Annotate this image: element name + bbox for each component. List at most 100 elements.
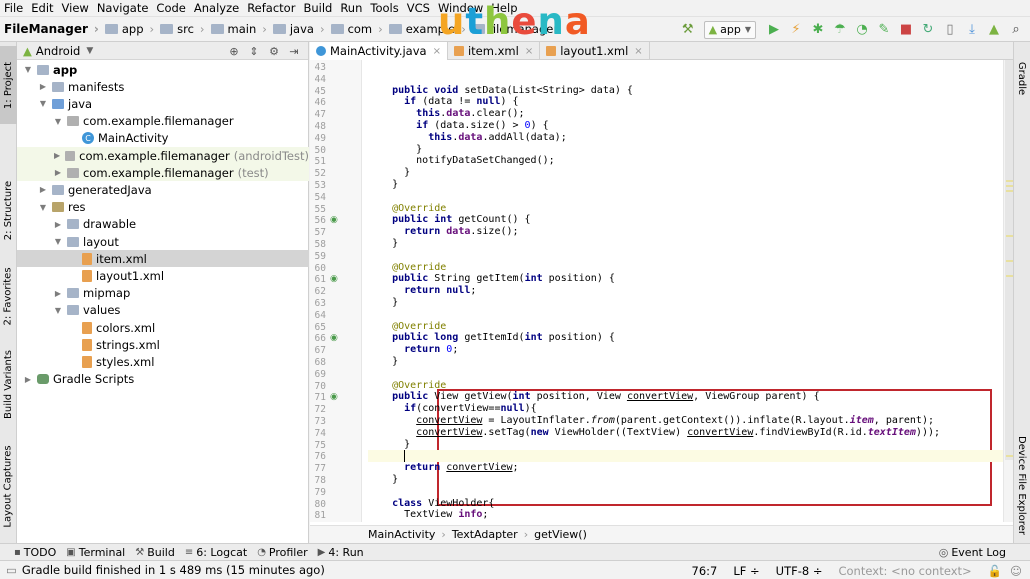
collapsed-arrow-icon[interactable]: ▶ <box>38 82 48 91</box>
editor-breadcrumb-item[interactable]: getView() <box>534 528 587 541</box>
android-icon-toolbar[interactable]: ▲ <box>984 20 1004 40</box>
tool-tab-build-variants[interactable]: Build Variants <box>0 344 17 424</box>
tool-tab-layout-captures[interactable]: Layout Captures <box>0 434 17 538</box>
close-icon[interactable]: × <box>433 46 441 57</box>
tree-item[interactable]: ▼ java <box>17 95 309 112</box>
tree-item[interactable]: item.xml <box>17 250 309 268</box>
file-encoding[interactable]: UTF-8 ÷ <box>776 564 823 578</box>
tree-item[interactable]: strings.xml <box>17 336 309 353</box>
menu-item-run[interactable]: Run <box>340 1 362 15</box>
breadcrumb-item[interactable]: src › <box>160 22 205 36</box>
menu-item-analyze[interactable]: Analyze <box>194 1 239 15</box>
hammer-icon[interactable]: ⚒ <box>678 20 698 40</box>
menu-item-build[interactable]: Build <box>303 1 332 15</box>
tree-item[interactable]: ▼ layout <box>17 233 309 250</box>
breadcrumb-item[interactable]: java › <box>272 22 325 36</box>
breadcrumb-item[interactable]: main › <box>210 22 267 36</box>
inspector-icon[interactable]: ☺ <box>1010 564 1022 578</box>
tool-tab-project[interactable]: 1: Project <box>0 46 17 124</box>
editor-breadcrumb-item[interactable]: TextAdapter <box>452 528 518 541</box>
breadcrumb-item[interactable]: app › <box>104 22 154 36</box>
bottom-tool-terminal[interactable]: ▣ Terminal <box>66 546 125 559</box>
menu-item-refactor[interactable]: Refactor <box>247 1 295 15</box>
menu-item-view[interactable]: View <box>62 1 89 15</box>
expanded-arrow-icon[interactable]: ▼ <box>53 237 63 246</box>
coverage-icon[interactable]: ☂ <box>830 20 850 40</box>
menu-item-navigate[interactable]: Navigate <box>97 1 149 15</box>
run-configuration-select[interactable]: ▲ app ▼ <box>703 20 756 39</box>
tree-item[interactable]: ▶ drawable <box>17 216 309 233</box>
run-icon[interactable]: ▶ <box>764 20 784 40</box>
apply-changes-icon[interactable]: ⚡ <box>786 20 806 40</box>
status-message[interactable]: Gradle build finished in 1 s 489 ms (15 … <box>22 563 325 577</box>
stop-icon[interactable]: ■ <box>896 20 916 40</box>
breadcrumb-item[interactable]: com › <box>330 22 383 36</box>
gear-icon[interactable]: ⚙ <box>266 44 282 58</box>
expanded-arrow-icon[interactable]: ▼ <box>23 65 33 74</box>
menu-item-vcs[interactable]: VCS <box>407 1 430 15</box>
tree-item[interactable]: ▼ app <box>17 61 309 78</box>
override-method-icon[interactable]: ◉ <box>330 274 338 284</box>
tree-item[interactable]: layout1.xml <box>17 267 309 284</box>
tree-item[interactable]: styles.xml <box>17 353 309 370</box>
tree-item[interactable]: ▶ com.example.filemanager (test) <box>17 164 309 182</box>
tree-item[interactable]: ▶ manifests <box>17 78 309 95</box>
collapsed-arrow-icon[interactable]: ▶ <box>53 151 61 160</box>
close-icon[interactable]: × <box>525 46 533 57</box>
sdk-manager-icon[interactable]: ⤓ <box>962 20 982 40</box>
tool-tab-structure[interactable]: 2: Structure <box>0 170 17 250</box>
expanded-arrow-icon[interactable]: ▼ <box>38 99 48 108</box>
menu-item-edit[interactable]: Edit <box>31 1 53 15</box>
tree-item[interactable]: ▼ res <box>17 199 309 216</box>
override-method-icon[interactable]: ◉ <box>330 215 338 225</box>
event-log-button[interactable]: ◎ Event Log <box>939 544 1006 561</box>
expanded-arrow-icon[interactable]: ▼ <box>38 203 48 212</box>
breadcrumb-item[interactable]: FileManager › <box>4 22 99 36</box>
tree-item[interactable]: ▶ mipmap <box>17 285 309 302</box>
menu-item-code[interactable]: Code <box>156 1 185 15</box>
lock-icon[interactable]: 🔓 <box>988 564 1002 578</box>
editor-tab[interactable]: layout1.xml × <box>540 42 650 60</box>
debug-icon[interactable]: ✱ <box>808 20 828 40</box>
caret-position[interactable]: 76:7 <box>692 564 718 578</box>
editor-breadcrumb-item[interactable]: MainActivity <box>368 528 435 541</box>
context-indicator[interactable]: Context: <no context> <box>838 564 971 578</box>
attach-debugger-icon[interactable]: ✎ <box>874 20 894 40</box>
bottom-tool-todo[interactable]: ▪ TODO <box>14 546 56 559</box>
tree-item[interactable]: ▶ Gradle Scripts <box>17 371 309 388</box>
bottom-tool-profiler[interactable]: ◔ Profiler <box>257 546 307 559</box>
bottom-tool-build[interactable]: ⚒ Build <box>135 546 175 559</box>
line-separator[interactable]: LF ÷ <box>733 564 759 578</box>
tree-item[interactable]: ▶ generatedJava <box>17 181 309 198</box>
tree-item[interactable]: C MainActivity <box>17 130 309 147</box>
avd-manager-icon[interactable]: ▯ <box>940 20 960 40</box>
override-method-icon[interactable]: ◉ <box>330 392 338 402</box>
collapsed-arrow-icon[interactable]: ▶ <box>53 220 63 229</box>
sync-gradle-icon[interactable]: ↻ <box>918 20 938 40</box>
tree-item[interactable]: ▼ com.example.filemanager <box>17 113 309 130</box>
project-view-select[interactable]: Android <box>36 44 80 58</box>
close-icon[interactable]: × <box>634 46 642 57</box>
hide-icon[interactable]: ⇥ <box>286 44 302 58</box>
override-method-icon[interactable]: ◉ <box>330 333 338 343</box>
menu-item-file[interactable]: File <box>4 1 23 15</box>
menu-item-tools[interactable]: Tools <box>370 1 398 15</box>
profile-icon[interactable]: ◔ <box>852 20 872 40</box>
editor-tab[interactable]: MainActivity.java × <box>310 42 448 60</box>
expanded-arrow-icon[interactable]: ▼ <box>53 117 63 126</box>
tool-tab-device-file-explorer[interactable]: Device File Explorer <box>1013 430 1030 540</box>
code-area[interactable]: public void setData(List<String> data) {… <box>362 60 1003 522</box>
tree-item[interactable]: colors.xml <box>17 319 309 336</box>
tool-tab-favorites[interactable]: 2: Favorites <box>0 258 17 334</box>
collapsed-arrow-icon[interactable]: ▶ <box>53 168 63 177</box>
collapsed-arrow-icon[interactable]: ▶ <box>53 289 63 298</box>
bottom-tool-6-logcat[interactable]: ≡ 6: Logcat <box>185 546 247 559</box>
collapsed-arrow-icon[interactable]: ▶ <box>23 375 33 384</box>
tree-item[interactable]: ▼ values <box>17 302 309 319</box>
collapse-icon[interactable]: ⇕ <box>246 44 262 58</box>
collapsed-arrow-icon[interactable]: ▶ <box>38 185 48 194</box>
vertical-scrollbar[interactable] <box>1003 60 1013 522</box>
bottom-tool-4-run[interactable]: ▶ 4: Run <box>318 546 364 559</box>
editor-tab[interactable]: item.xml × <box>448 42 541 60</box>
search-icon[interactable]: ⌕ <box>1006 20 1026 40</box>
